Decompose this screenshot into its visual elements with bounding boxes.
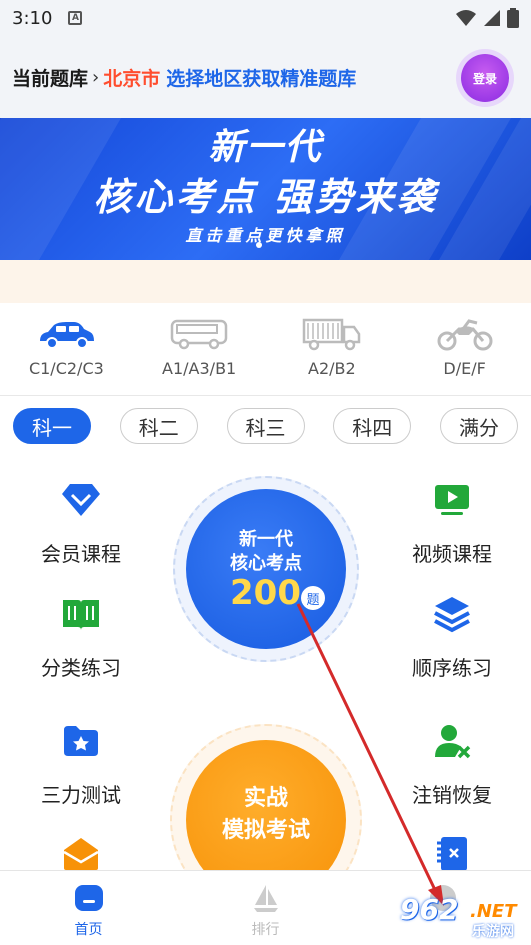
signal-icon — [484, 10, 500, 26]
core-line1: 新一代 — [239, 529, 293, 550]
car-icon — [40, 322, 95, 349]
status-icons — [455, 8, 519, 28]
banner-line1: 新一代 — [208, 127, 323, 168]
sail-icon — [253, 885, 278, 912]
promo-banner[interactable]: 新一代 核心考点 强势来袭 直击重点更快拿照 — [0, 118, 531, 260]
video-course-button[interactable]: 视频课程 — [377, 478, 527, 567]
tab-subject-1[interactable]: 科一 — [13, 408, 91, 444]
feature-label: 顺序练习 — [412, 656, 492, 680]
banner-line2: 核心考点 强势来袭 — [93, 175, 438, 219]
chevron-right-icon: › — [92, 66, 100, 88]
tab-subject-2[interactable]: 科二 — [119, 408, 198, 444]
feature-label: 分类练习 — [41, 656, 121, 680]
nav-label: 排行 — [251, 922, 280, 938]
layers-icon — [430, 592, 474, 636]
category-practice-button[interactable]: 分类练习 — [6, 592, 156, 681]
tab-subject-3[interactable]: 科三 — [226, 408, 305, 444]
account-restore-button[interactable]: 注销恢复 — [377, 719, 527, 808]
battery-icon — [507, 8, 519, 28]
star-folder-icon — [59, 719, 103, 763]
diamond-icon — [59, 478, 103, 522]
region-header: 当前题库 › 北京市 选择地区获取精准题库 登录 — [0, 36, 531, 118]
current-bank-label: 当前题库 — [12, 67, 89, 90]
user-remove-icon — [430, 719, 474, 763]
bus-icon — [170, 319, 228, 350]
wifi-icon — [456, 10, 476, 26]
status-time: 3:10 — [12, 7, 53, 29]
vehicle-truck[interactable]: A2/B2 — [266, 303, 399, 395]
vehicle-label: A1/A3/B1 — [162, 359, 237, 378]
select-region-link[interactable]: 选择地区获取精准题库 — [166, 64, 356, 91]
city-selector[interactable]: 北京市 — [103, 64, 160, 91]
feature-label: 三力测试 — [41, 783, 121, 807]
notice-strip — [0, 260, 531, 303]
book-icon — [59, 592, 103, 636]
nav-home[interactable]: 首页 — [0, 871, 177, 945]
subject-tabs: 科一 科二 科三 科四 满分 — [0, 408, 531, 448]
watermark-suffix: .NET — [470, 901, 517, 922]
banner-page-indicator — [256, 242, 262, 248]
core-points-button[interactable]: 新一代 核心考点 200 题 — [186, 489, 346, 649]
tab-full-score[interactable]: 满分 — [440, 408, 518, 444]
motorcycle-icon — [437, 319, 493, 351]
tab-subject-4[interactable]: 科四 — [333, 408, 412, 444]
feature-label: 会员课程 — [41, 542, 121, 566]
exam-line1: 实战 — [243, 786, 288, 811]
core-line2: 核心考点 — [230, 553, 302, 574]
exam-line2: 模拟考试 — [221, 818, 310, 843]
divider — [0, 395, 531, 396]
sequential-practice-button[interactable]: 顺序练习 — [377, 592, 527, 681]
vehicle-bus[interactable]: A1/A3/B1 — [133, 303, 266, 395]
feature-label: 注销恢复 — [412, 783, 492, 807]
three-ability-test-button[interactable]: 三力测试 — [6, 719, 156, 808]
home-icon — [74, 885, 103, 911]
member-course-button[interactable]: 会员课程 — [6, 478, 156, 567]
feature-label: 视频课程 — [412, 542, 492, 566]
vehicle-label: A2/B2 — [308, 359, 356, 378]
a-letter-icon: A — [68, 11, 83, 25]
site-watermark: 962 .NET 乐游网 — [400, 893, 528, 941]
status-bar: 3:10 A — [0, 0, 531, 36]
vehicle-label: C1/C2/C3 — [28, 359, 104, 378]
login-label: 登录 — [472, 71, 497, 86]
nav-ranking[interactable]: 排行 — [177, 871, 354, 945]
vehicle-car[interactable]: C1/C2/C3 — [0, 303, 133, 395]
nav-label: 首页 — [74, 922, 103, 938]
truck-icon — [302, 318, 361, 351]
vehicle-motorcycle[interactable]: D/E/F — [398, 303, 531, 395]
watermark-number: 962 — [400, 893, 459, 926]
core-unit-badge: 题 — [301, 586, 325, 610]
watermark-site: 乐游网 — [472, 924, 514, 940]
core-count: 200 — [230, 573, 301, 613]
login-button[interactable]: 登录 — [461, 54, 509, 102]
vehicle-type-selector: C1/C2/C3 A1/A3/B1 A2/B2 D/E/F — [0, 303, 531, 395]
banner-line3: 直击重点更快拿照 — [185, 226, 346, 245]
vehicle-label: D/E/F — [443, 359, 486, 378]
video-icon — [430, 478, 474, 522]
